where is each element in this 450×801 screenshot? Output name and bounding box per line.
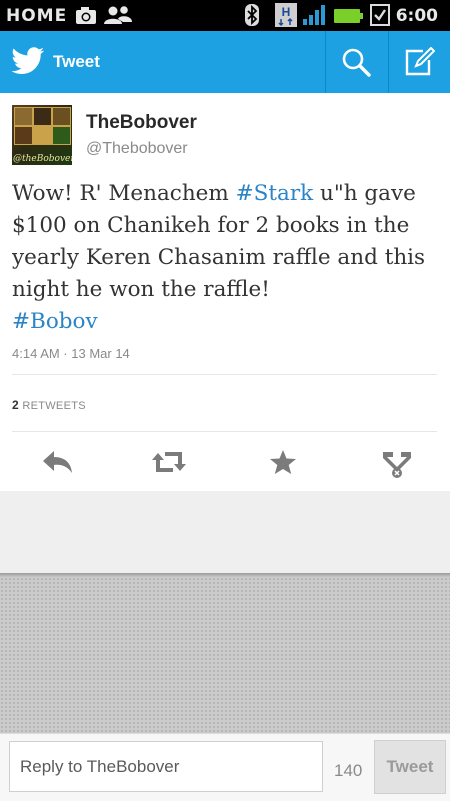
- hashtag-link[interactable]: #Stark: [236, 181, 314, 206]
- tweet-card: @theBobover TheBobover @Thebobover Wow! …: [0, 93, 450, 491]
- hspa-icon: H: [275, 3, 297, 32]
- retweet-count[interactable]: 2 RETWEETS: [12, 398, 86, 412]
- battery-icon: [334, 8, 364, 29]
- people-icon: [103, 5, 133, 30]
- twitter-bird-icon[interactable]: [11, 47, 45, 80]
- checkbox-icon: [370, 4, 390, 31]
- user-handle: @Thebobover: [86, 140, 188, 157]
- avatar-caption: @theBobover: [13, 154, 72, 164]
- status-carrier-label: HOME: [6, 6, 68, 26]
- tweet-timestamp: 4:14 AM · 13 Mar 14: [12, 346, 130, 361]
- reply-input[interactable]: [9, 741, 323, 792]
- signal-icon: [302, 4, 328, 31]
- hashtag-link[interactable]: #Bobov: [12, 309, 98, 334]
- action-bar: Tweet: [0, 31, 450, 93]
- user-name[interactable]: TheBobover: [86, 112, 197, 134]
- reply-bar: 140 Tweet: [0, 733, 450, 801]
- search-icon[interactable]: [341, 47, 371, 82]
- status-bar: HOME H 6:00: [0, 0, 450, 31]
- svg-text:H: H: [282, 5, 291, 19]
- favorite-icon[interactable]: [269, 449, 297, 480]
- divider: [388, 31, 389, 93]
- retweet-icon[interactable]: [151, 449, 187, 480]
- compose-icon[interactable]: [403, 46, 436, 82]
- page-title: Tweet: [53, 52, 100, 71]
- divider: [12, 431, 437, 432]
- tweet-text: Wow! R' Menachem #Stark u"h gave $100 on…: [12, 178, 437, 338]
- status-time: 6:00: [395, 6, 438, 26]
- tweet-button[interactable]: Tweet: [374, 740, 446, 794]
- more-icon[interactable]: [381, 449, 413, 484]
- character-count: 140: [334, 761, 363, 780]
- tweet-text-part: Wow! R' Menachem: [12, 181, 236, 206]
- background-pattern: [0, 577, 450, 733]
- camera-icon: [75, 5, 97, 30]
- avatar[interactable]: @theBobover: [12, 105, 72, 165]
- empty-content-area: [0, 491, 450, 573]
- bluetooth-icon: [245, 4, 259, 31]
- divider: [325, 31, 326, 93]
- retweet-label: RETWEETS: [22, 400, 86, 412]
- reply-icon[interactable]: [42, 449, 74, 480]
- divider: [12, 374, 437, 375]
- retweet-number: 2: [12, 398, 19, 412]
